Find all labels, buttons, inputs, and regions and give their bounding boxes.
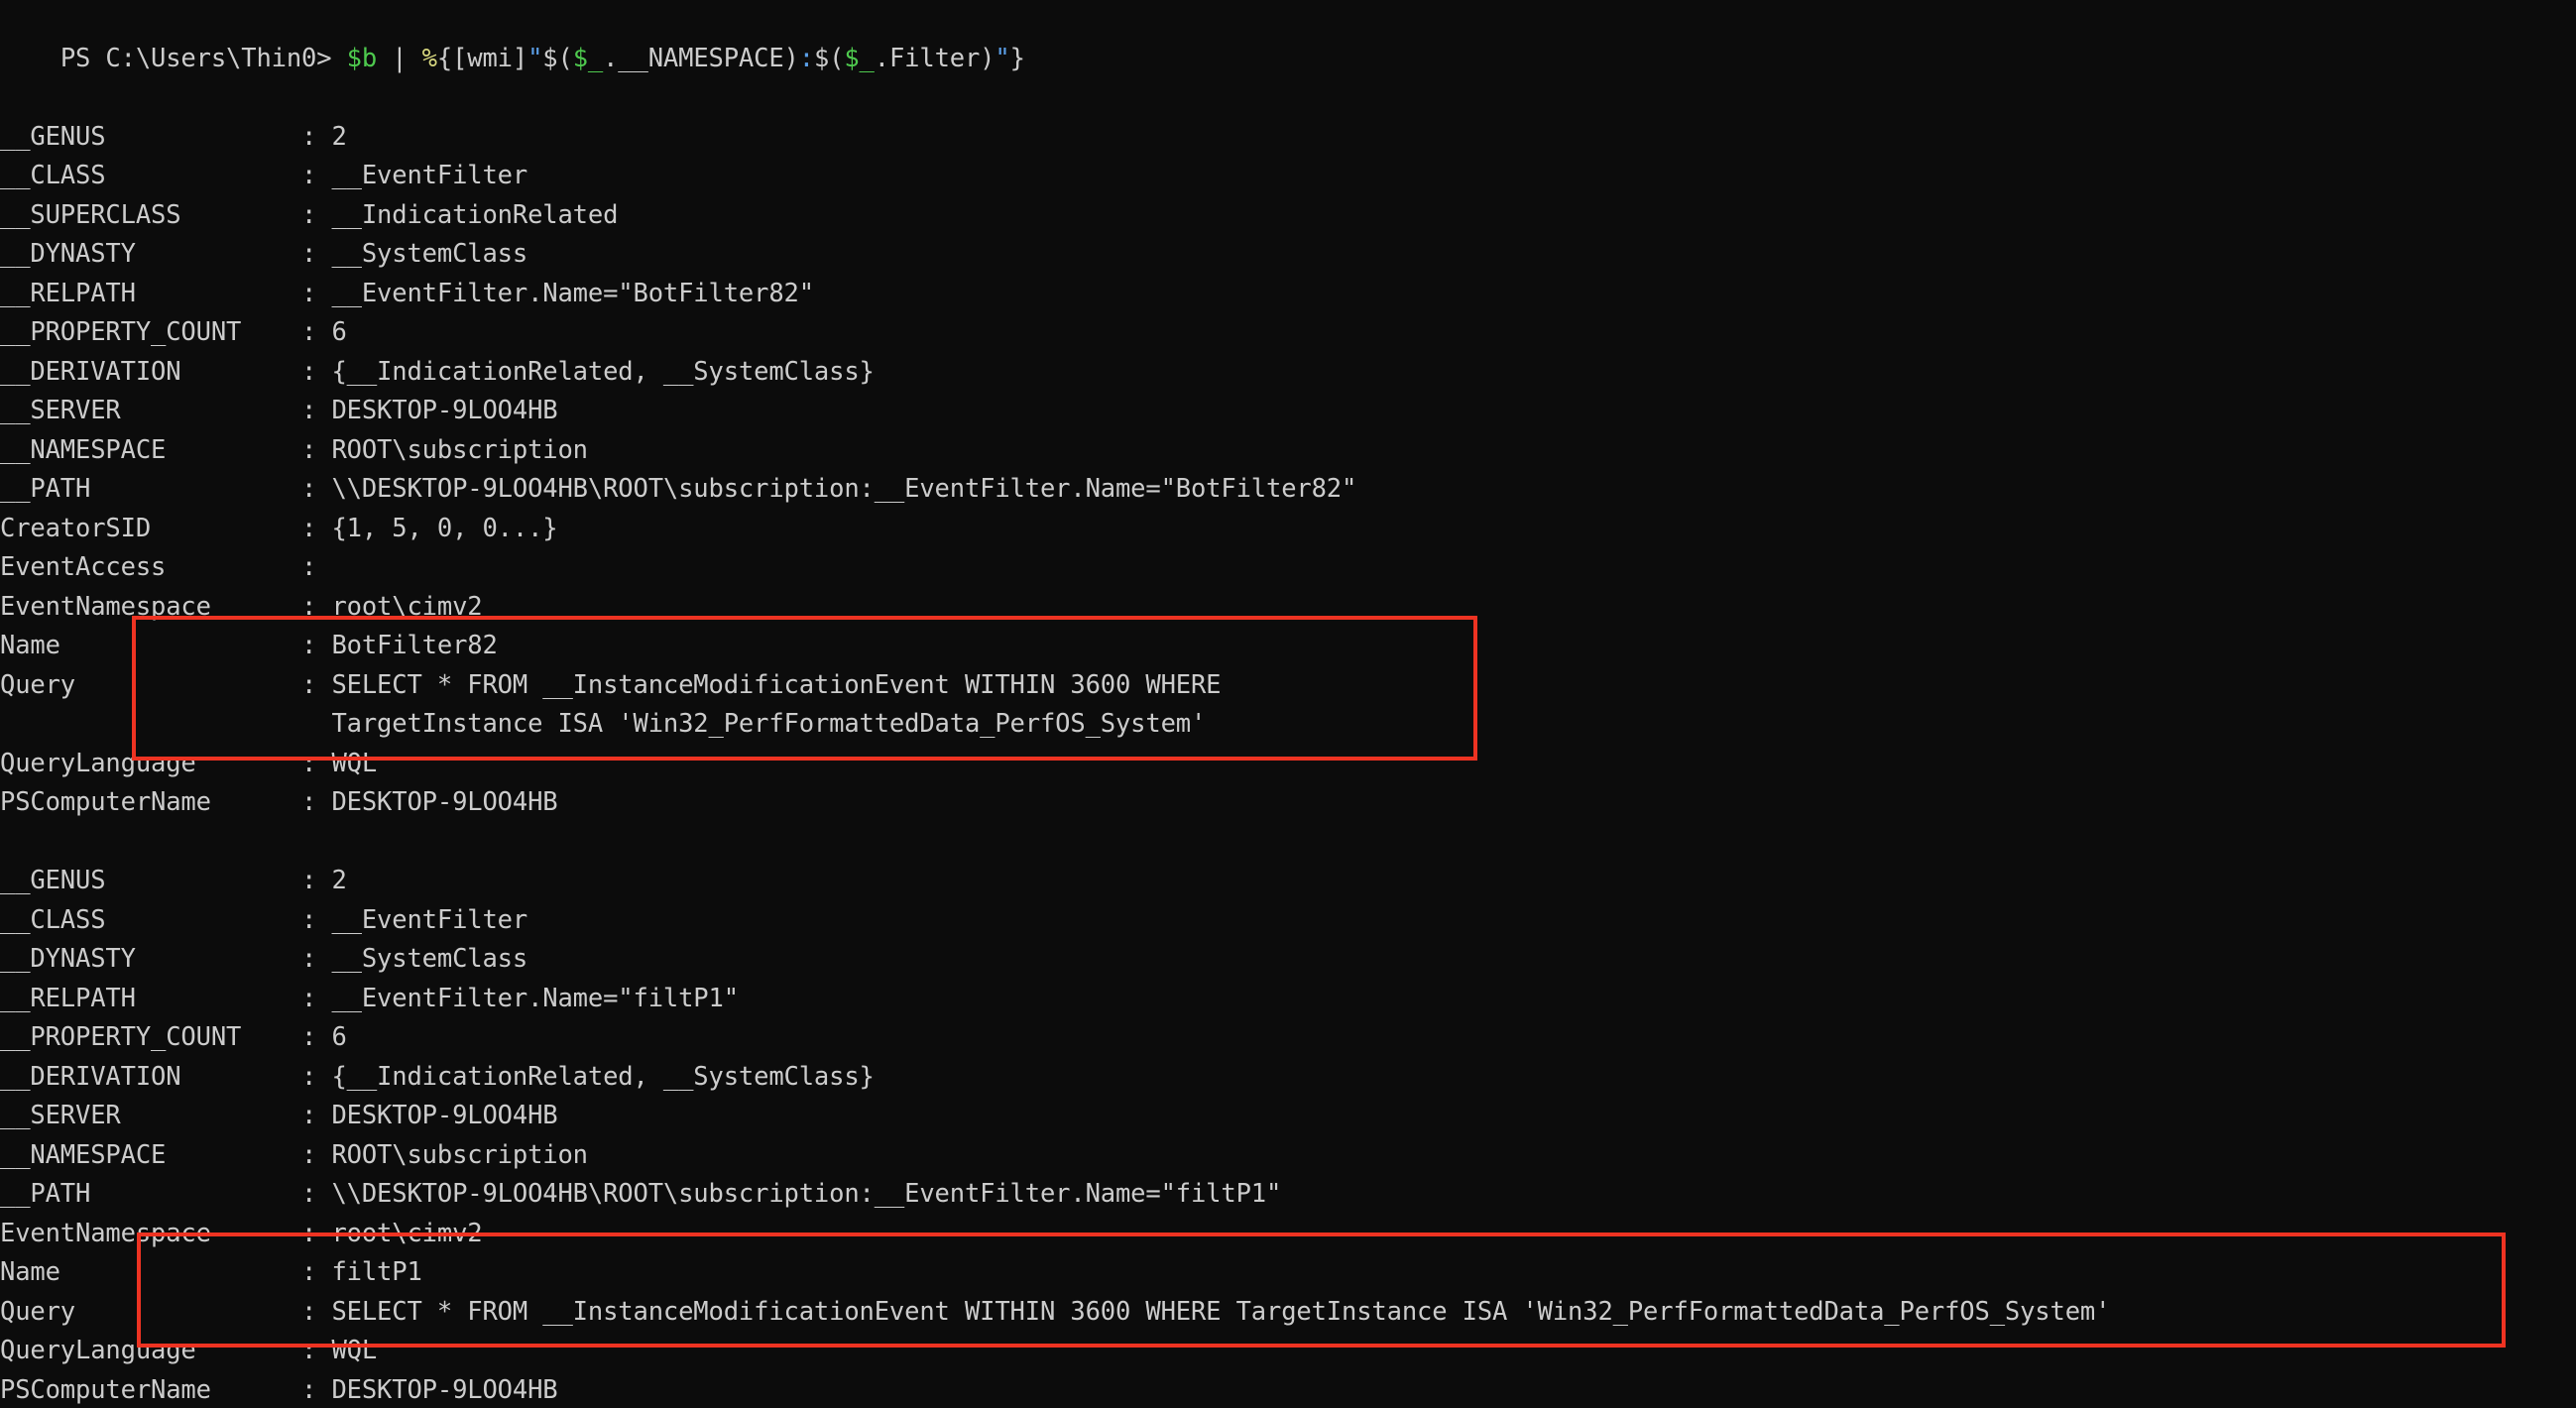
powershell-console[interactable]: PS C:\Users\Thin0> $b | %{[wmi]"$($_.__N…: [0, 0, 2576, 1408]
output-line: __DYNASTY : __SystemClass: [0, 239, 528, 269]
output-line: EventNamespace : root\cimv2: [0, 591, 483, 622]
prompt-path: PS C:\Users\Thin0>: [59, 43, 347, 73]
output-line: __DERIVATION : {__IndicationRelated, __S…: [0, 1061, 875, 1092]
output-line: __RELPATH : __EventFilter.Name="BotFilte…: [0, 278, 814, 308]
output-line: __NAMESPACE : ROOT\subscription: [0, 434, 588, 465]
command-token-9: $(: [813, 43, 845, 73]
output-line: __DYNASTY : __SystemClass: [0, 944, 528, 974]
command-tokens: $b | %{[wmi]"$($_.__NAMESPACE):$($_.Filt…: [347, 44, 1025, 73]
command-token-1: |: [377, 43, 422, 73]
output-line: __PROPERTY_COUNT : 6: [0, 317, 347, 347]
command-token-10: $_: [844, 43, 875, 73]
output-line: Name : BotFilter82: [0, 631, 498, 660]
command-token-5: $(: [542, 43, 573, 73]
output-line: __SERVER : DESKTOP-9LOO4HB: [0, 396, 558, 425]
command-token-6: $_: [572, 43, 604, 73]
output-line: __GENUS : 2: [0, 866, 347, 895]
output-line: EventNamespace : root\cimv2: [0, 1218, 483, 1248]
output-line: __PROPERTY_COUNT : 6: [0, 1022, 347, 1052]
command-token-13: }: [1009, 43, 1025, 73]
command-token-8: :: [798, 43, 814, 73]
command-token-3: {[wmi]: [436, 43, 528, 73]
output-line: __GENUS : 2: [0, 121, 347, 152]
command-token-2: %: [421, 43, 437, 73]
output-line: __RELPATH : __EventFilter.Name="filtP1": [0, 983, 739, 1013]
output-line: Query : SELECT * FROM __InstanceModifica…: [0, 1296, 2111, 1327]
output-line: EventAccess :: [0, 552, 317, 582]
output-line: TargetInstance ISA 'Win32_PerfFormattedD…: [0, 709, 1207, 739]
output-line: PSComputerName : DESKTOP-9LOO4HB: [0, 787, 558, 817]
output-line: __PATH : \\DESKTOP-9LOO4HB\ROOT\subscrip…: [0, 474, 1357, 504]
output-line: __DERIVATION : {__IndicationRelated, __S…: [0, 356, 875, 387]
output-line: CreatorSID : {1, 5, 0, 0...}: [0, 513, 558, 543]
command-token-12: ": [995, 43, 1010, 73]
output-line: __PATH : \\DESKTOP-9LOO4HB\ROOT\subscrip…: [0, 1179, 1282, 1209]
output-line: __SERVER : DESKTOP-9LOO4HB: [0, 1101, 558, 1130]
output-line: QueryLanguage : WQL: [0, 748, 378, 778]
output-line: __CLASS : __EventFilter: [0, 161, 528, 190]
output-line: __SUPERCLASS : __IndicationRelated: [0, 199, 619, 230]
output-line: __NAMESPACE : ROOT\subscription: [0, 1139, 588, 1170]
command-token-7: .__NAMESPACE): [603, 43, 799, 73]
output-line: __CLASS : __EventFilter: [0, 904, 528, 935]
command-token-0: $b: [346, 43, 378, 73]
output-line: Query : SELECT * FROM __InstanceModifica…: [0, 669, 1222, 700]
command-token-4: ": [527, 43, 543, 73]
command-prompt-line[interactable]: PS C:\Users\Thin0> $b | %{[wmi]"$($_.__N…: [0, 0, 1025, 73]
output-line: PSComputerName : DESKTOP-9LOO4HB: [0, 1374, 558, 1405]
output-line: QueryLanguage : WQL: [0, 1336, 378, 1365]
output-line: Name : filtP1: [0, 1257, 422, 1287]
command-token-11: .Filter): [874, 43, 995, 73]
